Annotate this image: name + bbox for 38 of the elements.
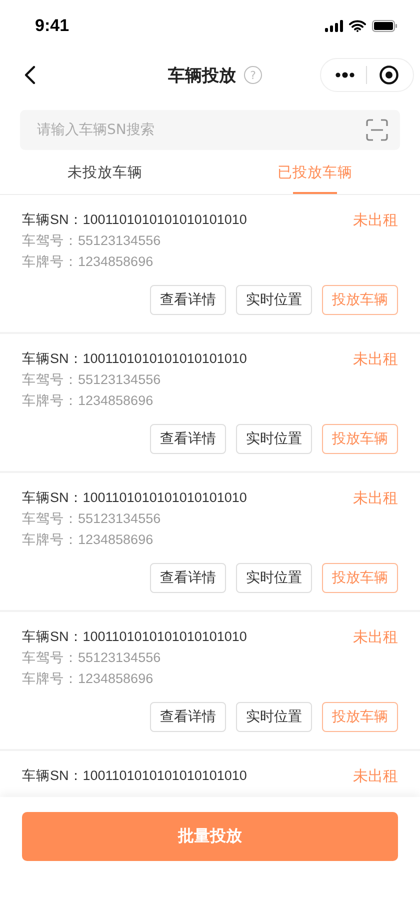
rental-status: 未出租: [353, 211, 398, 230]
rental-status: 未出租: [353, 489, 398, 508]
battery-icon: [372, 20, 398, 32]
vin-number: 车驾号：55123134556: [22, 371, 162, 388]
vin-number: 车驾号：55123134556: [22, 649, 162, 666]
action-button[interactable]: 实时位置: [236, 424, 312, 454]
plate-number: 车牌号：1234858696: [22, 670, 154, 687]
plate-number: 车牌号：1234858696: [22, 253, 154, 270]
action-button[interactable]: 查看详情: [150, 702, 226, 732]
rental-status: 未出租: [353, 767, 398, 786]
action-button[interactable]: 实时位置: [236, 563, 312, 593]
more-icon[interactable]: [334, 72, 355, 78]
scan-icon[interactable]: [366, 119, 388, 141]
vehicle-sn: 车辆SN：1001101010101010101010: [22, 767, 247, 784]
search-field[interactable]: 请输入车辆SN搜索: [35, 121, 366, 139]
plate-number: 车牌号：1234858696: [22, 392, 154, 409]
tab[interactable]: 未投放车辆: [0, 150, 210, 194]
action-button[interactable]: 查看详情: [150, 424, 226, 454]
vehicle-sn: 车辆SN：1001101010101010101010: [22, 350, 247, 367]
search-bar[interactable]: 请输入车辆SN搜索: [20, 110, 400, 150]
action-button[interactable]: 实时位置: [236, 702, 312, 732]
action-button[interactable]: 实时位置: [236, 285, 312, 315]
status-time: 9:41: [35, 16, 70, 36]
back-icon: [24, 65, 36, 85]
signal-icon: [325, 20, 343, 32]
action-button[interactable]: 查看详情: [150, 285, 226, 315]
rental-status: 未出租: [353, 350, 398, 369]
vehicle-sn: 车辆SN：1001101010101010101010: [22, 489, 247, 506]
vehicle-sn: 车辆SN：1001101010101010101010: [22, 211, 247, 228]
action-button[interactable]: 查看详情: [150, 563, 226, 593]
rental-status: 未出租: [353, 628, 398, 647]
vehicle-sn: 车辆SN：1001101010101010101010: [22, 628, 247, 645]
vin-number: 车驾号：55123134556: [22, 510, 162, 527]
vin-number: 车驾号：55123134556: [22, 232, 162, 249]
page-title: 车辆投放: [168, 64, 236, 86]
close-target-icon[interactable]: [379, 65, 400, 85]
wifi-icon: [349, 20, 366, 32]
plate-number: 车牌号：1234858696: [22, 531, 154, 548]
